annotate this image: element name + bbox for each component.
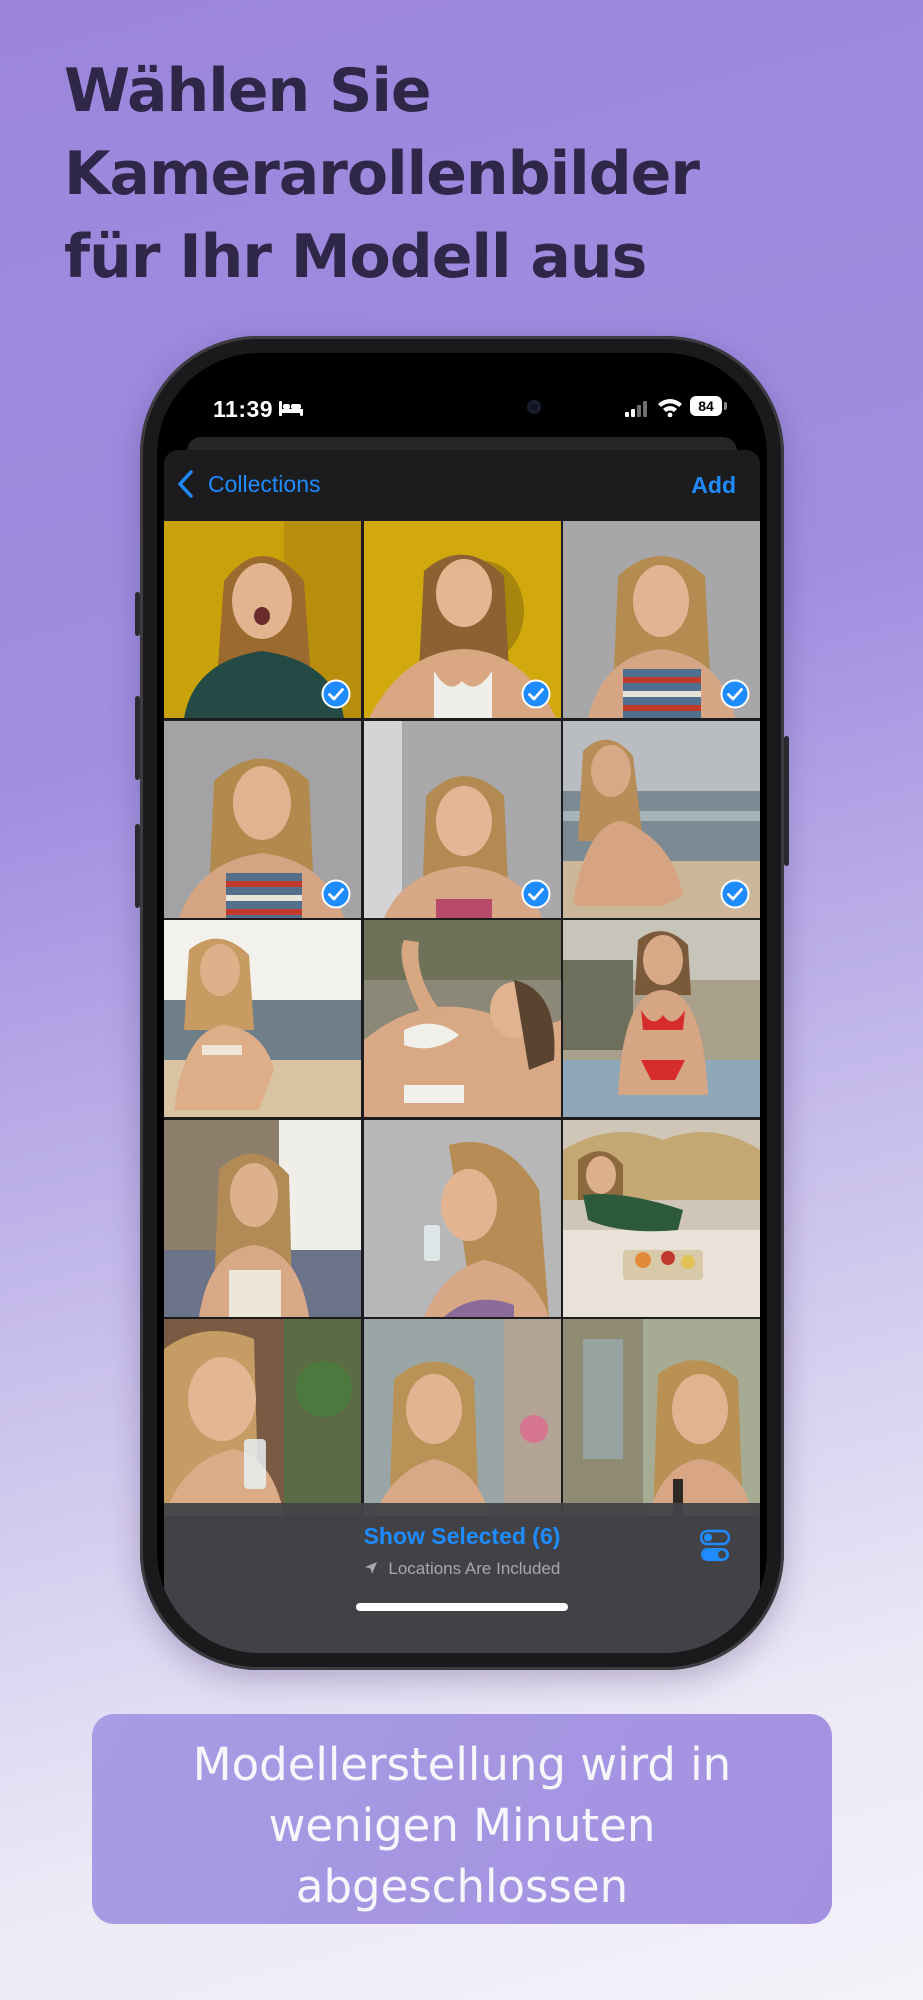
photo-thumbnail[interactable] xyxy=(363,920,561,1117)
checkmark-selected-icon xyxy=(321,679,351,709)
picker-nav-bar: Collections Add xyxy=(164,450,760,520)
photo-image xyxy=(363,920,561,1117)
info-banner: Modellerstellung wird in wenigen Minuten… xyxy=(92,1714,832,1924)
checkmark-selected-icon xyxy=(521,679,550,709)
photo-thumbnail[interactable] xyxy=(363,720,561,918)
phone-frame: 11:39 84 Collections Add Show Selected (… xyxy=(135,336,789,1670)
photo-image xyxy=(563,920,760,1117)
battery-icon: 84 xyxy=(690,396,728,418)
headline-line-1: Wählen Sie xyxy=(64,56,432,126)
photo-thumbnail[interactable] xyxy=(164,1319,361,1516)
photo-thumbnail[interactable] xyxy=(363,521,561,718)
checkmark-selected-icon xyxy=(720,679,750,709)
bed-icon xyxy=(279,401,303,416)
location-arrow-icon xyxy=(364,1562,377,1574)
collections-back-button[interactable]: Collections xyxy=(176,466,321,502)
photo-image xyxy=(363,1319,561,1516)
photo-thumbnail[interactable] xyxy=(363,1319,561,1516)
action-button xyxy=(135,592,140,636)
photo-thumbnail[interactable] xyxy=(164,1119,361,1317)
home-indicator xyxy=(356,1603,568,1611)
photo-image xyxy=(563,1119,760,1317)
status-time: 11:39 xyxy=(213,396,274,422)
battery-level: 84 xyxy=(690,396,722,416)
photo-grid xyxy=(164,521,760,1516)
photo-thumbnail[interactable] xyxy=(164,920,361,1117)
checkmark-selected-icon xyxy=(321,879,351,908)
volume-down-button xyxy=(135,824,140,908)
banner-line-1: Modellerstellung wird in xyxy=(192,1738,732,1791)
checkmark-selected-icon xyxy=(521,879,550,908)
cellular-signal-icon xyxy=(625,401,647,417)
battery-cap xyxy=(724,402,727,410)
chevron-left-icon xyxy=(178,470,193,498)
photo-image xyxy=(563,1319,760,1516)
photo-thumbnail[interactable] xyxy=(563,521,760,718)
status-bar: 11:39 84 xyxy=(157,353,767,433)
photo-thumbnail[interactable] xyxy=(563,1119,760,1317)
wifi-icon xyxy=(658,399,682,417)
headline-line-2: Kamerarollenbilder xyxy=(64,139,700,209)
banner-line-2: wenigen Minuten xyxy=(268,1799,656,1852)
photo-thumbnail[interactable] xyxy=(164,720,361,918)
headline: Wählen Sie Kamerarollenbilder für Ihr Mo… xyxy=(64,50,864,299)
show-selected-button[interactable]: Show Selected (6) xyxy=(164,1523,760,1550)
photo-thumbnail[interactable] xyxy=(563,1319,760,1516)
photo-thumbnail[interactable] xyxy=(563,920,760,1117)
photo-thumbnail[interactable] xyxy=(164,521,361,718)
photo-image xyxy=(363,1119,561,1317)
power-button xyxy=(784,736,789,866)
headline-line-3: für Ihr Modell aus xyxy=(64,222,647,292)
photo-image xyxy=(164,1319,361,1516)
banner-line-3: abgeschlossen xyxy=(295,1860,629,1913)
banner-text: Modellerstellung wird in wenigen Minuten… xyxy=(92,1734,832,1917)
photo-thumbnail[interactable] xyxy=(563,720,760,918)
photo-image xyxy=(164,1119,361,1317)
front-camera xyxy=(527,400,541,414)
bottom-toolbar: Show Selected (6) Locations Are Included xyxy=(164,1503,760,1653)
locations-info-label: Locations Are Included xyxy=(388,1559,561,1578)
volume-up-button xyxy=(135,696,140,780)
photo-thumbnail[interactable] xyxy=(363,1119,561,1317)
photo-picker-sheet: Collections Add Show Selected (6) Locati… xyxy=(164,450,760,1653)
add-button[interactable]: Add xyxy=(691,472,736,499)
photo-image xyxy=(164,920,361,1117)
phone-screen: 11:39 84 Collections Add Show Selected (… xyxy=(157,353,767,1653)
options-toggle-icon[interactable] xyxy=(700,1529,730,1563)
checkmark-selected-icon xyxy=(720,879,750,908)
collections-back-label: Collections xyxy=(208,470,321,497)
locations-info: Locations Are Included xyxy=(164,1559,760,1579)
